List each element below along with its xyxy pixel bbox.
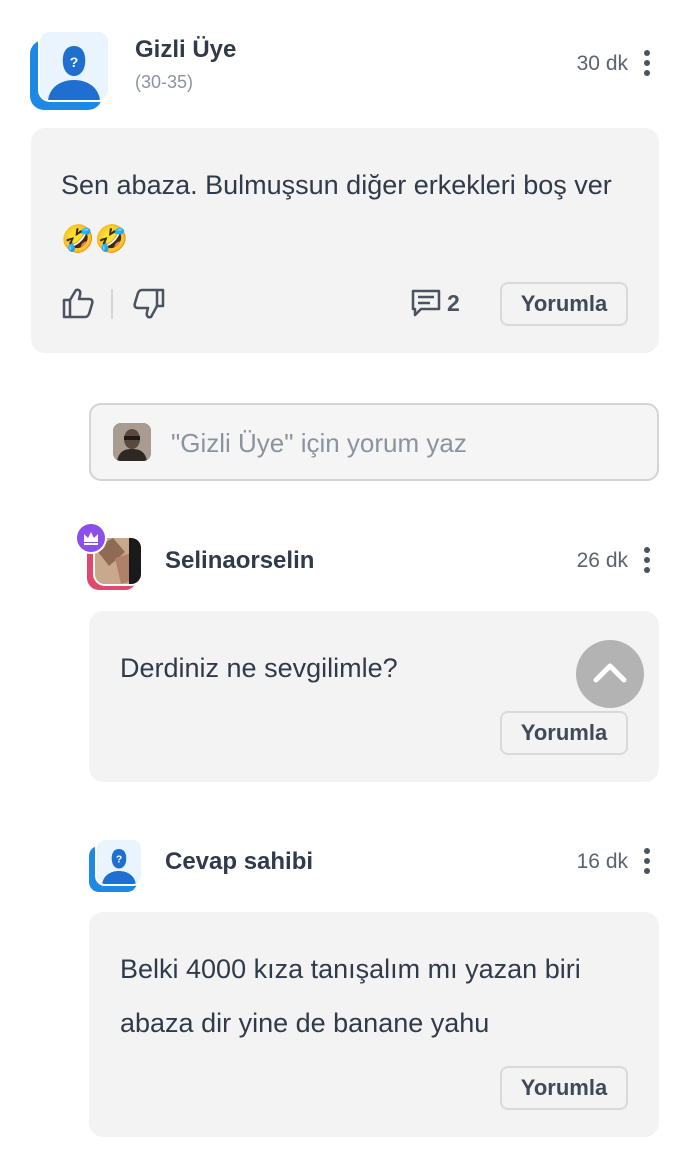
more-vertical-icon[interactable] (643, 547, 651, 573)
comment-icon (411, 289, 441, 317)
reply-author-name[interactable]: Selinaorselin (165, 547, 314, 575)
reply-text: Derdiniz ne sevgilimle? (120, 653, 398, 683)
comment-count: 2 (447, 290, 460, 316)
reply-reply-button[interactable]: Yorumla (500, 1066, 628, 1110)
reply-time: 26 dk (576, 549, 628, 572)
thumbs-down-icon[interactable] (132, 287, 166, 321)
post-time: 30 dk (576, 52, 628, 75)
user-silhouette-icon: ? (48, 46, 100, 100)
comment-count-button[interactable]: 2 (410, 286, 470, 320)
vote-divider (111, 289, 113, 319)
author-name[interactable]: Gizli Üye (135, 36, 236, 64)
chevron-up-icon (593, 663, 627, 683)
crown-icon (84, 532, 98, 545)
more-vertical-icon[interactable] (643, 848, 651, 874)
post-reply-button[interactable]: Yorumla (500, 282, 628, 326)
reply-time: 16 dk (576, 850, 628, 873)
reply-text: Belki 4000 kıza tanışalım mı yazan biri … (120, 954, 581, 1038)
svg-text:?: ? (116, 855, 122, 866)
reply-author-avatar[interactable] (75, 520, 147, 592)
reply-author-avatar[interactable]: ? (89, 838, 145, 894)
reply-reply-button[interactable]: Yorumla (500, 711, 628, 755)
post-text: Sen abaza. Bulmuşsun diğer erkekleri boş… (61, 170, 612, 254)
author-age-range: (30-35) (135, 72, 194, 92)
reply-author-name[interactable]: Cevap sahibi (165, 848, 313, 876)
more-vertical-icon[interactable] (643, 50, 651, 76)
reply-card (89, 611, 659, 782)
reply-input-box[interactable] (89, 403, 659, 481)
current-user-avatar (113, 423, 151, 461)
user-silhouette-icon: ? (102, 849, 136, 884)
reply-input[interactable] (171, 423, 641, 463)
premium-badge (75, 522, 107, 554)
svg-text:?: ? (70, 54, 79, 70)
thumbs-up-icon[interactable] (61, 286, 95, 320)
author-avatar[interactable]: ? (30, 30, 110, 110)
scroll-to-top-button[interactable] (576, 640, 644, 708)
